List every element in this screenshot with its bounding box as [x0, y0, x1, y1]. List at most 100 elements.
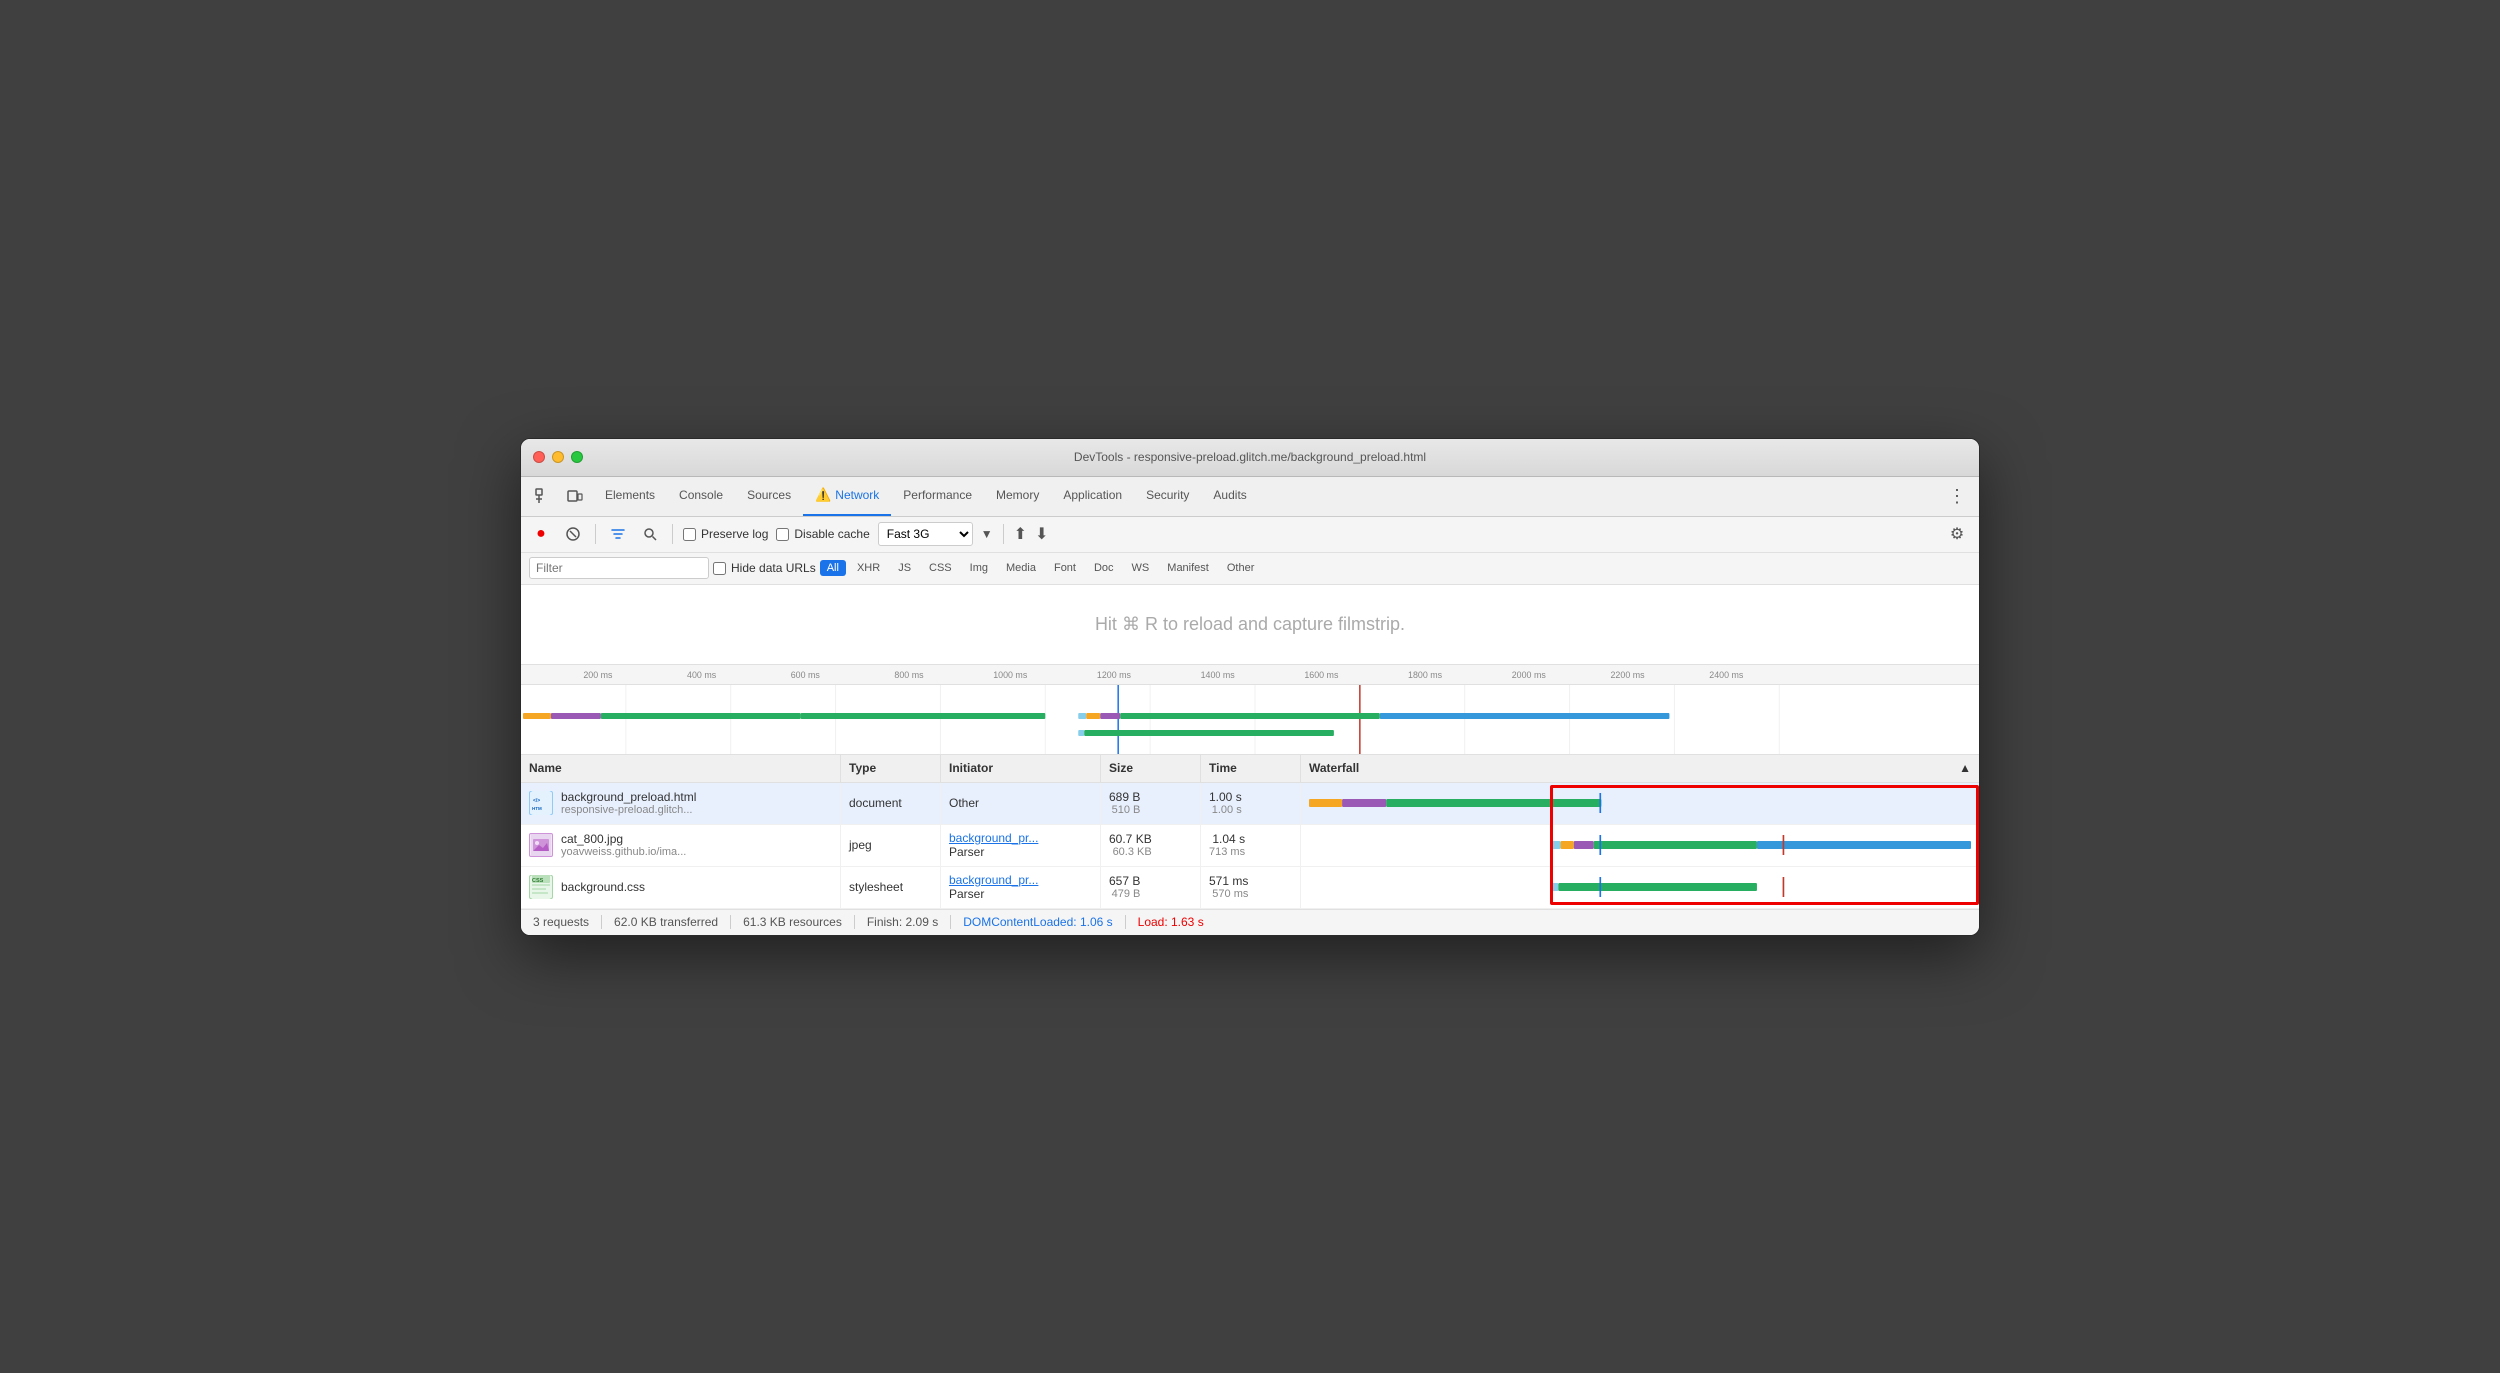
filter-doc[interactable]: Doc — [1087, 560, 1121, 576]
tab-sources[interactable]: Sources — [735, 476, 803, 516]
svg-text:1600 ms: 1600 ms — [1304, 670, 1339, 680]
waterfall-cell-3 — [1301, 867, 1979, 908]
filter-input[interactable] — [529, 557, 709, 579]
table-row[interactable]: </> HTM background_preload.html responsi… — [521, 783, 1979, 825]
title-bar: DevTools - responsive-preload.glitch.me/… — [521, 439, 1979, 477]
col-waterfall[interactable]: Waterfall ▲ — [1301, 755, 1979, 782]
maximize-button[interactable] — [571, 451, 583, 463]
filter-button[interactable] — [606, 522, 630, 546]
filter-media[interactable]: Media — [999, 560, 1043, 576]
filter-ws[interactable]: WS — [1125, 560, 1157, 576]
download-button[interactable]: ⬇ — [1035, 524, 1048, 544]
timeline-ruler: 200 ms 400 ms 600 ms 800 ms 1000 ms 1200… — [521, 665, 1979, 685]
table-header: Name Type Initiator Size Time Waterfall … — [521, 755, 1979, 783]
table-row[interactable]: cat_800.jpg yoavweiss.github.io/ima... j… — [521, 825, 1979, 867]
clear-button[interactable] — [561, 522, 585, 546]
disable-cache-checkbox[interactable] — [776, 528, 789, 541]
traffic-lights — [533, 451, 583, 463]
disable-cache-label[interactable]: Disable cache — [776, 527, 869, 541]
network-toolbar: ● Preserve log Disable cache — [521, 517, 1979, 553]
size-cell-2: 60.7 KB 60.3 KB — [1101, 825, 1201, 866]
svg-text:800 ms: 800 ms — [894, 670, 924, 680]
type-cell-3: stylesheet — [841, 867, 941, 908]
waterfall-cell-2 — [1301, 825, 1979, 866]
type-cell-1: document — [841, 783, 941, 824]
preserve-log-label[interactable]: Preserve log — [683, 527, 768, 541]
time-cell-1: 1.00 s 1.00 s — [1201, 783, 1301, 824]
filter-xhr[interactable]: XHR — [850, 560, 887, 576]
svg-text:1000 ms: 1000 ms — [993, 670, 1028, 680]
svg-text:2000 ms: 2000 ms — [1512, 670, 1547, 680]
file-name-text-1: background_preload.html responsive-prelo… — [561, 790, 696, 816]
status-divider-5 — [1125, 915, 1126, 929]
filter-other[interactable]: Other — [1220, 560, 1262, 576]
file-name-cell-3: CSS background.css — [521, 867, 841, 908]
sort-asc-icon: ▲ — [1959, 761, 1971, 775]
tab-performance[interactable]: Performance — [891, 476, 984, 516]
file-name-cell-2: cat_800.jpg yoavweiss.github.io/ima... — [521, 825, 841, 866]
file-name-text-3: background.css — [561, 880, 645, 894]
requests-count: 3 requests — [533, 915, 589, 929]
transferred-size: 62.0 KB transferred — [614, 915, 718, 929]
inspect-element-button[interactable] — [529, 482, 557, 510]
col-type[interactable]: Type — [841, 755, 941, 782]
chevron-down-icon: ▼ — [981, 527, 993, 541]
search-button[interactable] — [638, 522, 662, 546]
warning-icon: ⚠️ — [815, 487, 831, 503]
status-bar: 3 requests 62.0 KB transferred 61.3 KB r… — [521, 909, 1979, 935]
tab-console[interactable]: Console — [667, 476, 735, 516]
upload-button[interactable]: ⬆ — [1014, 524, 1027, 544]
settings-button[interactable]: ⚙ — [1943, 520, 1971, 548]
tab-memory[interactable]: Memory — [984, 476, 1051, 516]
window-title: DevTools - responsive-preload.glitch.me/… — [1074, 450, 1426, 464]
hide-data-urls-checkbox[interactable] — [713, 562, 726, 575]
tab-elements[interactable]: Elements — [593, 476, 667, 516]
filter-font[interactable]: Font — [1047, 560, 1083, 576]
throttle-select[interactable]: Fast 3G No throttling Slow 3G — [878, 522, 973, 546]
close-button[interactable] — [533, 451, 545, 463]
col-size[interactable]: Size — [1101, 755, 1201, 782]
filter-img[interactable]: Img — [963, 560, 995, 576]
col-name[interactable]: Name — [521, 755, 841, 782]
timeline-visual — [521, 685, 1979, 755]
tab-security[interactable]: Security — [1134, 476, 1201, 516]
col-time[interactable]: Time — [1201, 755, 1301, 782]
table-row[interactable]: CSS background.css stylesheet background… — [521, 867, 1979, 909]
toolbar-divider-3 — [1003, 524, 1004, 544]
hide-data-urls-label[interactable]: Hide data URLs — [713, 561, 816, 575]
device-toolbar-button[interactable] — [561, 482, 589, 510]
css-file-icon: CSS — [529, 875, 553, 899]
tab-network[interactable]: ⚠️ Network — [803, 476, 891, 516]
tab-audits[interactable]: Audits — [1201, 476, 1258, 516]
network-table: Name Type Initiator Size Time Waterfall … — [521, 755, 1979, 909]
timeline-svg — [521, 685, 1979, 755]
size-cell-1: 689 B 510 B — [1101, 783, 1201, 824]
preserve-log-checkbox[interactable] — [683, 528, 696, 541]
toolbar-divider-1 — [595, 524, 596, 544]
record-button[interactable]: ● — [529, 522, 553, 546]
svg-text:2400 ms: 2400 ms — [1709, 670, 1744, 680]
type-cell-2: jpeg — [841, 825, 941, 866]
minimize-button[interactable] — [552, 451, 564, 463]
svg-text:400 ms: 400 ms — [687, 670, 717, 680]
svg-text:</>: </> — [533, 798, 540, 804]
status-divider-2 — [730, 915, 731, 929]
tab-application[interactable]: Application — [1051, 476, 1134, 516]
svg-text:200 ms: 200 ms — [583, 670, 613, 680]
filmstrip-hint: Hit ⌘ R to reload and capture filmstrip. — [1095, 614, 1405, 635]
more-tabs-button[interactable]: ⋮ — [1943, 482, 1971, 510]
initiator-cell-2: background_pr... Parser — [941, 825, 1101, 866]
filter-all[interactable]: All — [820, 560, 846, 576]
ruler-svg: 200 ms 400 ms 600 ms 800 ms 1000 ms 1200… — [529, 665, 1971, 685]
status-divider-4 — [950, 915, 951, 929]
filter-js[interactable]: JS — [891, 560, 918, 576]
filter-manifest[interactable]: Manifest — [1160, 560, 1216, 576]
filter-css[interactable]: CSS — [922, 560, 959, 576]
filter-row: Hide data URLs All XHR JS CSS Img Media … — [521, 553, 1979, 585]
filmstrip-area: Hit ⌘ R to reload and capture filmstrip. — [521, 585, 1979, 665]
col-initiator[interactable]: Initiator — [941, 755, 1101, 782]
devtools-tabs: Elements Console Sources ⚠️ Network Perf… — [521, 477, 1979, 517]
resources-size: 61.3 KB resources — [743, 915, 842, 929]
svg-text:2200 ms: 2200 ms — [1611, 670, 1646, 680]
svg-text:CSS: CSS — [532, 878, 544, 884]
